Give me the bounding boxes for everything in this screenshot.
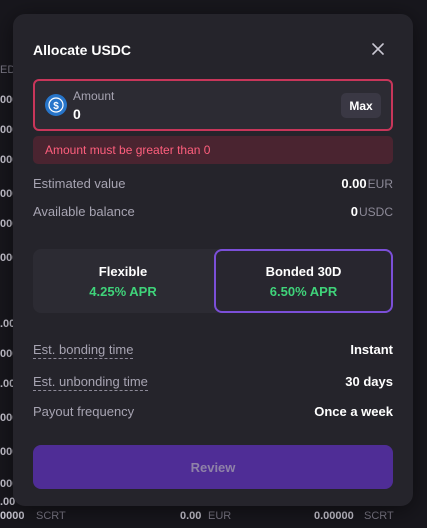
- modal-title: Allocate USDC: [33, 42, 132, 58]
- payout-frequency-label: Payout frequency: [33, 404, 135, 419]
- estimated-value: 0.00EUR: [341, 176, 393, 191]
- amount-input[interactable]: [73, 106, 293, 122]
- estimated-value-row: Estimated value 0.00EUR: [33, 174, 393, 194]
- allocate-modal: Allocate USDC $ Amount Max Amount must b…: [13, 14, 413, 506]
- estimated-unit: EUR: [367, 177, 393, 191]
- unbonding-time-label[interactable]: Est. unbonding time: [33, 374, 148, 391]
- max-button[interactable]: Max: [341, 93, 381, 118]
- bg-amount: 0.00: [180, 510, 202, 522]
- estimated-amount: 0.00: [341, 176, 367, 191]
- option-bonded-30d[interactable]: Bonded 30D 6.50% APR: [214, 249, 393, 313]
- bg-unit: SCRT: [36, 510, 66, 522]
- amount-field[interactable]: $ Amount Max: [33, 79, 393, 131]
- option-apr: 4.25% APR: [89, 283, 157, 299]
- available-balance: 0USDC: [351, 204, 393, 219]
- bg-bottom-row: 0000 SCRT 0.00 EUR 0.00000 SCRT: [0, 508, 427, 528]
- bg-unit: EUR: [208, 510, 232, 522]
- estimated-value-label: Estimated value: [33, 176, 126, 191]
- option-name: Flexible: [98, 263, 148, 279]
- option-flexible[interactable]: Flexible 4.25% APR: [33, 249, 213, 313]
- review-button[interactable]: Review: [33, 445, 393, 489]
- available-balance-label: Available balance: [33, 204, 135, 219]
- balance-unit: USDC: [358, 205, 393, 219]
- staking-option-selector: Flexible 4.25% APR Bonded 30D 6.50% APR: [33, 249, 393, 313]
- payout-frequency-row: Payout frequency Once a week: [33, 402, 393, 422]
- amount-label: Amount: [73, 89, 115, 103]
- bonding-time-row: Est. bonding time Instant: [33, 340, 393, 360]
- unbonding-time-value: 30 days: [345, 374, 393, 389]
- option-name: Bonded 30D: [265, 263, 342, 279]
- balance-amount: 0: [350, 204, 358, 219]
- svg-text:$: $: [53, 101, 59, 112]
- available-balance-row: Available balance 0USDC: [33, 202, 393, 222]
- bg-amount: 0000: [0, 510, 25, 522]
- bg-amount: 0.00000: [314, 510, 354, 522]
- option-apr: 6.50% APR: [269, 283, 338, 299]
- close-button[interactable]: [368, 39, 388, 59]
- unbonding-time-row: Est. unbonding time 30 days: [33, 372, 393, 392]
- payout-frequency-value: Once a week: [314, 404, 393, 419]
- close-icon: [372, 43, 384, 55]
- bg-unit: SCRT: [364, 510, 394, 522]
- bonding-time-value: Instant: [350, 342, 393, 357]
- error-message: Amount must be greater than 0: [33, 136, 393, 164]
- usdc-coin-icon: $: [45, 94, 67, 116]
- bonding-time-label[interactable]: Est. bonding time: [33, 342, 134, 359]
